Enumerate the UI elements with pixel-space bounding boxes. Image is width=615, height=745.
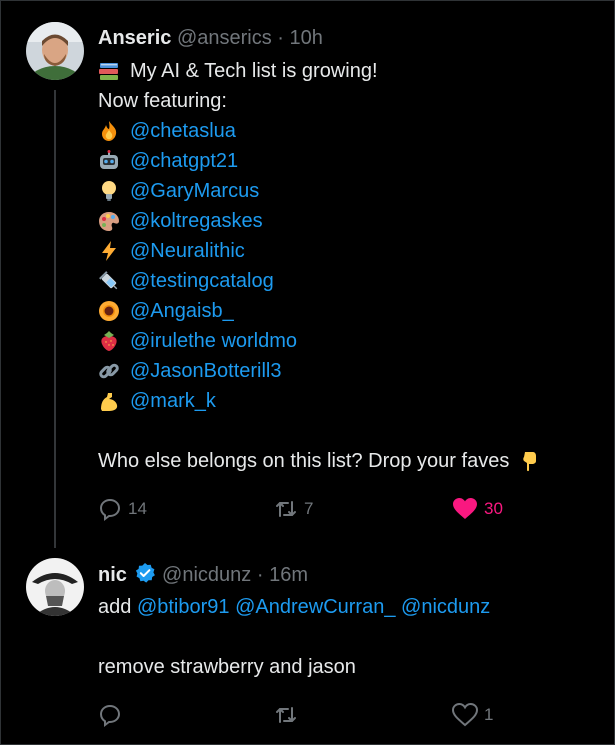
list-item: @chetaslua bbox=[98, 116, 378, 146]
question-text: Who else belongs on this list? Drop your… bbox=[98, 450, 510, 472]
reply-button[interactable]: 14 bbox=[98, 496, 147, 522]
mention-link[interactable]: @irulethe worldmo bbox=[130, 326, 297, 356]
heart-outline-icon bbox=[452, 703, 478, 727]
mention-link[interactable]: @nicdunz bbox=[401, 592, 490, 622]
syringe-emoji bbox=[98, 270, 120, 292]
separator-dot: · bbox=[277, 27, 284, 49]
text-line: Now featuring: bbox=[98, 86, 378, 116]
fire-emoji bbox=[98, 120, 120, 142]
mention-link[interactable]: @AndrewCurran_ bbox=[235, 592, 395, 622]
timestamp[interactable]: 10h bbox=[290, 27, 323, 49]
tweet-actions: 14 7 30 bbox=[98, 496, 538, 522]
mention-link[interactable]: @GaryMarcus bbox=[130, 176, 259, 206]
text-line: Who else belongs on this list? Drop your… bbox=[98, 446, 539, 476]
like-button[interactable]: 1 bbox=[452, 702, 493, 728]
lightbulb-emoji bbox=[98, 180, 120, 202]
thread-line bbox=[54, 90, 56, 548]
like-count: 1 bbox=[484, 705, 494, 724]
tweet-line-text: My AI & Tech list is growing! bbox=[130, 60, 378, 82]
lightning-emoji bbox=[98, 240, 120, 262]
tweet-header: nic @nicdunz · 16m bbox=[98, 562, 308, 590]
mention-link[interactable]: @testingcatalog bbox=[130, 266, 274, 296]
flexed-biceps-emoji bbox=[98, 390, 120, 412]
reply-icon bbox=[99, 704, 121, 727]
mention-link[interactable]: @JasonBotterill3 bbox=[130, 356, 281, 386]
books-emoji bbox=[98, 60, 120, 82]
mention-link[interactable]: @chatgpt21 bbox=[130, 146, 238, 176]
reply-count: 14 bbox=[128, 499, 147, 518]
author-name[interactable]: nic bbox=[98, 564, 127, 586]
mention-link[interactable]: @chetaslua bbox=[130, 116, 236, 146]
list-item: @irulethe worldmo bbox=[98, 326, 378, 356]
retweet-button[interactable]: 7 bbox=[274, 496, 313, 522]
mention-link[interactable]: @koltregaskes bbox=[130, 206, 263, 236]
like-count: 30 bbox=[484, 499, 503, 518]
mention-link[interactable]: @mark_k bbox=[130, 386, 216, 416]
author-name[interactable]: Anseric bbox=[98, 27, 171, 49]
list-item: @koltregaskes bbox=[98, 206, 378, 236]
tweet-header: Anseric @anserics · 10h bbox=[98, 26, 323, 50]
author-handle[interactable]: @nicdunz bbox=[162, 564, 251, 586]
list-item: @testingcatalog bbox=[98, 266, 378, 296]
tweet-actions: 1 bbox=[98, 702, 538, 728]
list-item: @mark_k bbox=[98, 386, 378, 416]
text-line: add @btibor91 @AndrewCurran_ @nicdunz bbox=[98, 592, 490, 622]
reply-second-line: remove strawberry and jason bbox=[98, 656, 356, 678]
retweet-button[interactable] bbox=[274, 702, 298, 728]
list-item: @JasonBotterill3 bbox=[98, 356, 378, 386]
retweet-icon bbox=[276, 707, 296, 723]
reply-icon bbox=[99, 498, 121, 521]
add-word: add bbox=[98, 596, 132, 618]
link-emoji bbox=[98, 360, 120, 382]
tweet-question: Who else belongs on this list? Drop your… bbox=[98, 446, 539, 476]
like-button[interactable]: 30 bbox=[452, 496, 503, 522]
pointing-down-emoji bbox=[517, 450, 539, 472]
text-line: remove strawberry and jason bbox=[98, 652, 490, 682]
retweet-icon bbox=[276, 501, 296, 517]
heart-filled-icon bbox=[453, 498, 477, 519]
retweet-count: 7 bbox=[304, 499, 314, 518]
tweet-nic[interactable]: nic @nicdunz · 16m add @btibor91 @Andrew… bbox=[0, 548, 615, 745]
sunflower-emoji bbox=[98, 300, 120, 322]
palette-emoji bbox=[98, 210, 120, 232]
separator-dot: · bbox=[256, 564, 264, 586]
list-item: @Neuralithic bbox=[98, 236, 378, 266]
mention-link[interactable]: @Angaisb_ bbox=[130, 296, 234, 326]
avatar-nic[interactable] bbox=[26, 558, 84, 616]
strawberry-emoji bbox=[98, 330, 120, 352]
reply-button[interactable] bbox=[98, 702, 122, 728]
robot-emoji bbox=[98, 150, 120, 172]
list-item: @chatgpt21 bbox=[98, 146, 378, 176]
mention-link[interactable]: @btibor91 bbox=[137, 592, 230, 622]
list-item: @Angaisb_ bbox=[98, 296, 378, 326]
tweet-line-text: Now featuring: bbox=[98, 90, 227, 112]
verified-badge-icon bbox=[134, 562, 156, 590]
tweet-text: My AI & Tech list is growing! Now featur… bbox=[98, 56, 378, 416]
mention-link[interactable]: @Neuralithic bbox=[130, 236, 245, 266]
avatar-anseric[interactable] bbox=[26, 22, 84, 80]
list-item: @GaryMarcus bbox=[98, 176, 378, 206]
author-handle[interactable]: @anserics bbox=[177, 27, 272, 49]
tweet-anseric[interactable]: Anseric @anserics · 10h My AI & Tech lis… bbox=[0, 0, 615, 548]
tweet-text: add @btibor91 @AndrewCurran_ @nicdunz re… bbox=[98, 592, 490, 682]
text-line: My AI & Tech list is growing! bbox=[98, 56, 378, 86]
timestamp[interactable]: 16m bbox=[269, 564, 308, 586]
